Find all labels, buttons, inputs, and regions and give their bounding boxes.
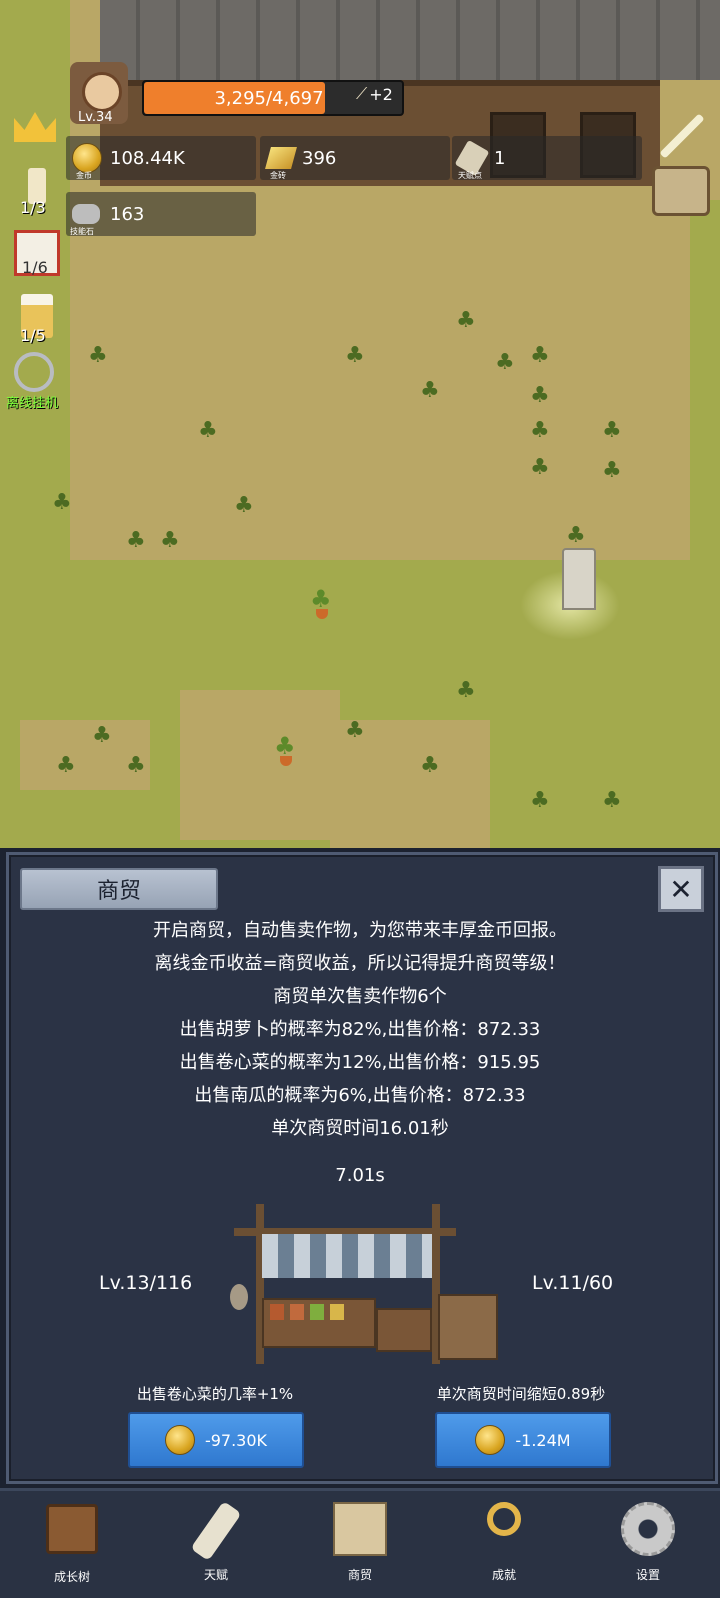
- crop-sprout[interactable]: ♣: [530, 345, 550, 367]
- right-level: Lv.11/60: [532, 1272, 614, 1294]
- crop-sprout[interactable]: ♣: [345, 720, 365, 742]
- nav-label: 商贸: [347, 1568, 372, 1582]
- crown-icon[interactable]: [14, 104, 60, 150]
- talent-value: 1: [494, 147, 506, 169]
- offline-label[interactable]: 离线挂机: [6, 392, 58, 411]
- crop-sprout[interactable]: ♣: [56, 755, 76, 777]
- treasure-chest-icon[interactable]: [652, 166, 710, 216]
- gold-coin-icon: [72, 143, 102, 173]
- crop-sprout[interactable]: ♣: [602, 460, 622, 482]
- gold-label: 金币: [76, 171, 92, 180]
- market-stall: [226, 1204, 506, 1364]
- talent-label: 天赋点: [458, 171, 482, 180]
- beer-count: 1/5: [20, 326, 46, 345]
- crop-sprout[interactable]: ♣: [456, 680, 476, 702]
- nav-label: 设置: [635, 1568, 660, 1582]
- gold-value: 108.44K: [110, 147, 185, 169]
- trade-timer: 7.01s: [335, 1165, 385, 1186]
- gold-bar-icon: [265, 147, 297, 169]
- sword-icon[interactable]: [654, 108, 710, 159]
- left-upgrade-cost: -97.30K: [204, 1430, 268, 1450]
- nav-talent[interactable]: 天赋: [176, 1498, 256, 1590]
- nav-growth-tree[interactable]: 成长树: [32, 1498, 112, 1590]
- talent-counter: 1 天赋点: [452, 136, 642, 180]
- panel-title: 商贸: [20, 868, 218, 910]
- left-upgrade-desc: 出售卷心菜的几率+1%: [136, 1385, 294, 1403]
- game-scene[interactable]: ♣ ♣ ♣ ♣ ♣ ♣ ♣ ♣ ♣ ♣ ♣ ♣ ♣ ♣ ♣ ♣ ♣ ♣ ♣ ♣ …: [0, 0, 720, 848]
- exp-bonus-value: +2: [369, 84, 393, 104]
- crop-sprout[interactable]: ♣: [456, 310, 476, 332]
- nav-trade[interactable]: 商贸: [320, 1498, 400, 1590]
- candle-count: 1/3: [20, 198, 46, 217]
- nav-achievement[interactable]: 成就: [464, 1498, 544, 1590]
- gem-label: 金砖: [270, 171, 286, 180]
- crop-sprout[interactable]: ♣: [530, 385, 550, 407]
- crop-sprout[interactable]: ♣: [126, 530, 146, 552]
- desc-line: 商贸单次售卖作物6个: [273, 986, 447, 1007]
- close-icon: ✕: [669, 872, 693, 906]
- stone-icon: [72, 204, 100, 224]
- left-upgrade-button[interactable]: -97.30K: [128, 1412, 304, 1468]
- bone-icon: ⟋: [356, 84, 368, 103]
- crop-sprout[interactable]: ♣: [530, 457, 550, 479]
- desc-line: 出售南瓜的概率为6%,出售价格：872.33: [194, 1085, 526, 1106]
- gold-coin-icon: [164, 1425, 195, 1455]
- dirt-patch: [180, 690, 340, 840]
- right-upgrade-cost: -1.24M: [515, 1430, 571, 1450]
- crop-sprout[interactable]: ♣: [495, 352, 515, 374]
- stone-counter: 163 技能石: [66, 192, 256, 236]
- key-icon: [474, 1502, 534, 1564]
- crop-sprout[interactable]: ♣: [420, 755, 440, 777]
- nav-label: 成长树: [53, 1570, 90, 1584]
- close-button[interactable]: ✕: [658, 866, 704, 912]
- gem-value: 396: [302, 147, 337, 169]
- crop-sprout[interactable]: ♣: [345, 345, 365, 367]
- desc-line: 出售卷心菜的概率为12%,出售价格：915.95: [179, 1052, 541, 1073]
- nav-label: 成就: [491, 1568, 516, 1582]
- gear-icon: [618, 1502, 678, 1564]
- dice-count: 1/6: [22, 258, 48, 277]
- crop-sprout[interactable]: ♣: [530, 790, 550, 812]
- carrot-crop[interactable]: ♣: [270, 732, 302, 766]
- gold-counter: 108.44K 金币: [66, 136, 256, 180]
- crop-sprout[interactable]: ♣: [198, 420, 218, 442]
- left-level: Lv.13/116: [99, 1272, 193, 1294]
- book-icon: [42, 1504, 102, 1566]
- right-upgrade-button[interactable]: -1.24M: [435, 1412, 611, 1468]
- crop-sprout[interactable]: ♣: [52, 492, 72, 514]
- grass-edge-right: [690, 200, 720, 848]
- crop-sprout[interactable]: ♣: [92, 725, 112, 747]
- desc-line: 开启商贸，自动售卖作物，为您带来丰厚金币回报。: [153, 920, 567, 941]
- carrot-crop[interactable]: ♣: [306, 585, 338, 619]
- crop-sprout[interactable]: ♣: [160, 530, 180, 552]
- tombstone-icon[interactable]: [562, 548, 596, 610]
- crop-sprout[interactable]: ♣: [126, 755, 146, 777]
- crop-sprout[interactable]: ♣: [566, 525, 586, 547]
- stone-value: 163: [110, 203, 145, 225]
- crop-sprout[interactable]: ♣: [602, 790, 622, 812]
- desc-line: 出售胡萝卜的概率为82%,出售价格：872.33: [179, 1019, 541, 1040]
- desc-line: 单次商贸时间16.01秒: [271, 1118, 449, 1139]
- crop-sprout[interactable]: ♣: [234, 495, 254, 517]
- stone-label: 技能石: [70, 227, 94, 236]
- crop-sprout[interactable]: ♣: [530, 420, 550, 442]
- crop-sprout[interactable]: ♣: [420, 380, 440, 402]
- crop-sprout[interactable]: ♣: [602, 420, 622, 442]
- desc-line: 离线金币收益=商贸收益，所以记得提升商贸等级！: [154, 953, 566, 974]
- map-icon: [330, 1502, 390, 1564]
- exp-bonus: ⟋ +2: [356, 84, 393, 104]
- player-level: Lv.34: [78, 110, 113, 125]
- right-upgrade-desc: 单次商贸时间缩短0.89秒: [436, 1385, 606, 1403]
- nav-label: 天赋: [203, 1568, 228, 1582]
- gem-counter: 396 金砖: [260, 136, 450, 180]
- barn-roof: [100, 0, 720, 80]
- crop-sprout[interactable]: ♣: [88, 345, 108, 367]
- scroll-icon: [186, 1500, 246, 1564]
- nav-settings[interactable]: 设置: [608, 1498, 688, 1590]
- gold-coin-icon: [475, 1425, 506, 1455]
